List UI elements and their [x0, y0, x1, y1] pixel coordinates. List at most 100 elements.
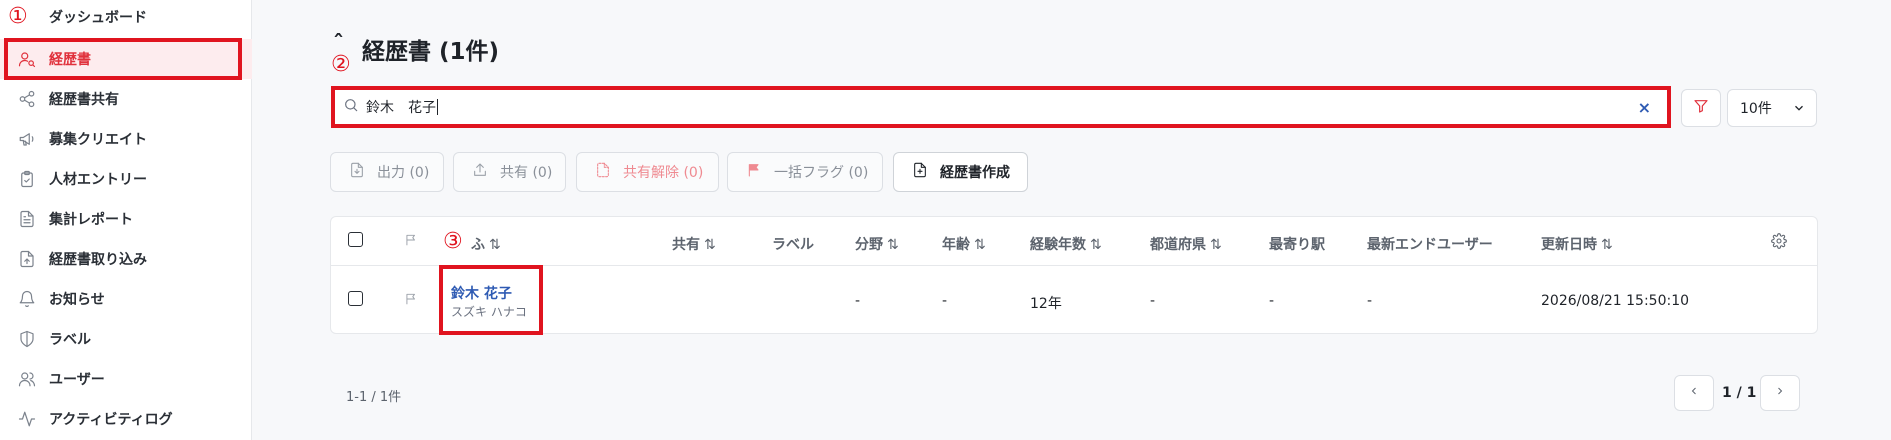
annotation-2: ②: [331, 52, 351, 77]
sidebar-item-resume-share[interactable]: 経歴書共有: [0, 79, 252, 119]
col-header-prefecture-label: 都道府県: [1150, 237, 1206, 253]
sidebar: ダッシュボード 経歴書 経歴書共有 募集クリエイト 人材エントリー 集計レポート…: [0, 0, 252, 440]
clear-search-icon[interactable]: ×: [1638, 98, 1651, 117]
export-label: 出力 (0): [377, 165, 430, 181]
sort-icon: ⇅: [1601, 237, 1613, 253]
search-value: 鈴木 花子: [366, 100, 436, 116]
sidebar-item-users[interactable]: ユーザー: [0, 359, 252, 399]
clipboard-icon: [17, 169, 37, 189]
cell-station: -: [1269, 293, 1275, 309]
page-title: 経歴書 (1件): [362, 39, 500, 65]
row-flag-icon[interactable]: [404, 292, 418, 310]
sort-icon: ⇅: [704, 237, 716, 253]
col-header-prefecture[interactable]: 都道府県 ⇅: [1150, 234, 1222, 254]
page-indicator: 1 / 1: [1722, 385, 1757, 401]
sidebar-item-label: 経歴書共有: [49, 92, 119, 108]
sort-icon: ⇅: [887, 237, 899, 253]
col-header-field[interactable]: 分野 ⇅: [855, 234, 899, 254]
col-header-share-label: 共有: [672, 237, 700, 253]
sort-icon: ⇅: [1090, 237, 1102, 253]
sidebar-item-label: 募集クリエイト: [49, 132, 147, 148]
col-header-age-label: 年齢: [942, 237, 970, 253]
sidebar-item-dashboard[interactable]: ダッシュボード: [0, 0, 252, 37]
cell-age: -: [942, 293, 948, 309]
sidebar-item-label: 人材エントリー: [49, 172, 147, 188]
col-header-field-label: 分野: [855, 237, 883, 253]
annotation-3: ③: [443, 229, 463, 254]
highlight-box-resumes: [4, 38, 242, 80]
col-header-experience[interactable]: 経験年数 ⇅: [1030, 234, 1102, 254]
per-page-select[interactable]: 10件: [1727, 89, 1817, 127]
sidebar-item-label: 経歴書取り込み: [49, 252, 147, 268]
next-page-button[interactable]: [1760, 375, 1800, 411]
cell-field: -: [855, 293, 861, 309]
sidebar-item-label: アクティビティログ: [49, 412, 173, 428]
text-cursor: [437, 99, 438, 115]
unshare-button[interactable]: 共有解除 (0): [576, 152, 719, 192]
sidebar-item-label: お知らせ: [49, 292, 105, 308]
sidebar-item-resume-import[interactable]: 経歴書取り込み: [0, 239, 252, 279]
megaphone-icon: [17, 129, 37, 149]
sidebar-item-report[interactable]: 集計レポート: [0, 199, 252, 239]
col-header-age[interactable]: 年齢 ⇅: [942, 234, 986, 254]
file-upload-icon: [17, 249, 37, 269]
col-header-share[interactable]: 共有 ⇅: [672, 234, 716, 254]
sidebar-item-label: ダッシュボード: [49, 10, 147, 26]
cell-updated: 2026/08/21 15:50:10: [1541, 293, 1690, 309]
sidebar-item-recruit-create[interactable]: 募集クリエイト: [0, 119, 252, 159]
annotation-1: ①: [8, 4, 28, 29]
select-all-checkbox[interactable]: [348, 232, 363, 247]
sidebar-item-activity-log[interactable]: アクティビティログ: [0, 399, 252, 439]
row-divider: [331, 265, 1817, 266]
chevron-right-icon: [1774, 385, 1786, 401]
bulk-flag-button[interactable]: 一括フラグ (0): [727, 152, 883, 192]
row-checkbox[interactable]: [348, 291, 363, 306]
activity-icon: [17, 409, 37, 429]
share-button[interactable]: 共有 (0): [453, 152, 566, 192]
sort-icon: ⇅: [974, 237, 986, 253]
filter-icon: [1693, 98, 1709, 118]
sidebar-item-label: ラベル: [49, 332, 91, 348]
search-input[interactable]: 鈴木 花子 ×: [331, 86, 1671, 128]
create-resume-button[interactable]: 経歴書作成: [893, 152, 1028, 192]
share-icon: [17, 89, 37, 109]
file-plus-icon: [912, 162, 940, 182]
bell-icon: [17, 289, 37, 309]
col-header-name-label: ふ: [471, 237, 485, 253]
col-header-updated[interactable]: 更新日時 ⇅: [1541, 234, 1613, 254]
chevron-down-icon: [1792, 101, 1806, 119]
bulk-flag-label: 一括フラグ (0): [774, 165, 869, 181]
file-export-icon: [349, 162, 377, 182]
chevron-left-icon: [1688, 385, 1700, 401]
col-header-experience-label: 経験年数: [1030, 237, 1086, 253]
sort-icon: ⇅: [489, 237, 501, 253]
upload-icon: [472, 162, 500, 182]
export-button[interactable]: 出力 (0): [330, 152, 444, 192]
flag-icon: [746, 162, 774, 182]
result-count: 1-1 / 1件: [346, 390, 402, 405]
report-icon: [17, 209, 37, 229]
sidebar-item-notifications[interactable]: お知らせ: [0, 279, 252, 319]
create-resume-label: 経歴書作成: [940, 165, 1010, 181]
users-icon: [17, 369, 37, 389]
file-x-icon: [595, 162, 623, 182]
sidebar-item-talent-entry[interactable]: 人材エントリー: [0, 159, 252, 199]
search-icon: [343, 97, 359, 117]
sidebar-item-labels[interactable]: ラベル: [0, 319, 252, 359]
cell-experience: 12年: [1030, 296, 1062, 312]
col-header-updated-label: 更新日時: [1541, 237, 1597, 253]
highlight-box-candidate: [439, 265, 543, 335]
col-header-label: ラベル: [772, 237, 814, 253]
cell-end-user: -: [1367, 293, 1373, 309]
sidebar-item-label: 集計レポート: [49, 212, 133, 228]
gear-icon[interactable]: [1771, 233, 1787, 253]
filter-button[interactable]: [1681, 89, 1721, 127]
col-header-station: 最寄り駅: [1269, 237, 1325, 253]
cell-prefecture: -: [1150, 293, 1156, 309]
col-header-name[interactable]: ふ ⇅: [471, 234, 501, 254]
flag-header-icon: [404, 233, 418, 251]
per-page-value: 10件: [1740, 101, 1772, 117]
prev-page-button[interactable]: [1674, 375, 1714, 411]
col-header-end-user: 最新エンドユーザー: [1367, 237, 1493, 253]
resume-table: ふ ⇅ 共有 ⇅ ラベル 分野 ⇅ 年齢 ⇅ 経験年数 ⇅ 都道府県 ⇅ 最寄り駅 最新エン…: [330, 216, 1818, 335]
